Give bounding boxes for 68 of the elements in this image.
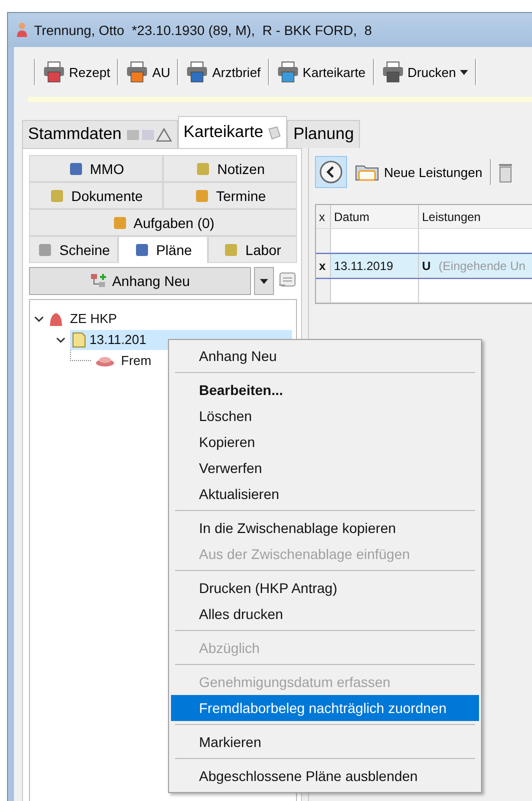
tree-item[interactable]: Frem <box>119 351 154 370</box>
tab-icon <box>37 242 54 258</box>
row-marker: x <box>319 258 326 272</box>
tab-icon <box>49 188 66 204</box>
date-cell: 13.11.2019 <box>334 258 394 272</box>
tab[interactable]: Labor <box>208 236 297 263</box>
dish-icon <box>95 354 115 366</box>
tab[interactable]: Pläne <box>118 236 208 263</box>
printer-icon <box>126 61 148 83</box>
column-header[interactable]: x <box>316 205 331 229</box>
tab[interactable]: Planung <box>287 120 360 148</box>
tab[interactable]: MMO <box>29 155 163 182</box>
toolbar-button[interactable]: Arztbrief <box>183 59 264 85</box>
menu-item[interactable]: Löschen <box>171 403 479 429</box>
menu-item[interactable]: Kopieren <box>171 429 479 455</box>
printer-icon <box>43 61 65 83</box>
back-icon <box>319 160 343 184</box>
tab[interactable]: Notizen <box>163 155 297 182</box>
column-header[interactable]: Datum <box>331 205 419 229</box>
chevron-icon[interactable] <box>34 314 44 324</box>
dropdown-button[interactable] <box>254 267 274 295</box>
service-description: (Eingehende Un <box>438 258 526 272</box>
menu-item[interactable]: In die Zwischenablage kopieren <box>171 515 479 541</box>
tree-add-icon <box>90 273 108 289</box>
person-icon <box>16 22 28 38</box>
toolbar-button[interactable]: Karteikarte <box>274 59 369 85</box>
toolbar-button[interactable]: Rezept <box>40 59 114 85</box>
tab-icon <box>194 188 210 204</box>
toolbar-button[interactable]: AU <box>123 59 174 85</box>
tab[interactable]: Scheine <box>29 236 118 263</box>
tab[interactable]: Aufgaben (0) <box>29 209 297 236</box>
menu-item[interactable]: Anhang Neu <box>171 343 479 369</box>
back-button[interactable] <box>315 156 347 188</box>
trash-icon[interactable] <box>498 161 512 183</box>
printer-icon <box>382 61 404 83</box>
tab[interactable]: Karteikarte <box>178 116 288 148</box>
note-icon <box>267 126 282 140</box>
menu-item[interactable]: Bearbeiten... <box>171 377 479 403</box>
menu-item[interactable]: Drucken (HKP Antrag) <box>171 575 479 601</box>
menu-item[interactable]: Markieren <box>171 729 479 755</box>
tab-icon <box>68 160 84 176</box>
caret-icon <box>260 278 268 284</box>
window-title: Trennung, Otto *23.10.1930 (89, M), R - BKK FORD, 8 <box>34 22 372 38</box>
tree-item[interactable]: ZE HKP <box>68 309 119 328</box>
tab-icon <box>134 242 150 258</box>
menu-item[interactable]: Fremdlaborbeleg nachträglich zuordnen <box>171 695 479 721</box>
table-cell <box>316 279 331 303</box>
table-row[interactable]: x 13.11.2019 U (Eingehende Un <box>316 253 532 279</box>
service-code: U <box>422 258 431 272</box>
tab-icon <box>195 160 212 176</box>
toolbar-button[interactable]: Drucken <box>378 59 471 85</box>
tab[interactable]: Stammdaten <box>22 120 178 148</box>
new-services-button[interactable]: Neue Leistungen <box>353 162 484 182</box>
tab-icon <box>223 242 240 258</box>
menu-item[interactable]: Verwerfen <box>171 455 479 481</box>
tooth-icon <box>48 310 64 326</box>
printer-icon <box>276 61 299 83</box>
menu-item[interactable]: Abgeschlossene Pläne ausblenden <box>171 763 479 789</box>
tab-icon <box>112 214 128 230</box>
menu-item[interactable]: Aktualisieren <box>171 481 479 507</box>
printer-icon <box>186 61 208 83</box>
tab[interactable]: Termine <box>163 182 297 209</box>
tab[interactable]: Dokumente <box>29 182 163 209</box>
table-cell <box>316 229 331 253</box>
document-icon <box>72 332 86 348</box>
attach-button[interactable]: Anhang Neu <box>29 267 251 295</box>
column-header[interactable]: Leistungen <box>419 205 532 229</box>
menu-item[interactable]: Alles drucken <box>171 601 479 627</box>
